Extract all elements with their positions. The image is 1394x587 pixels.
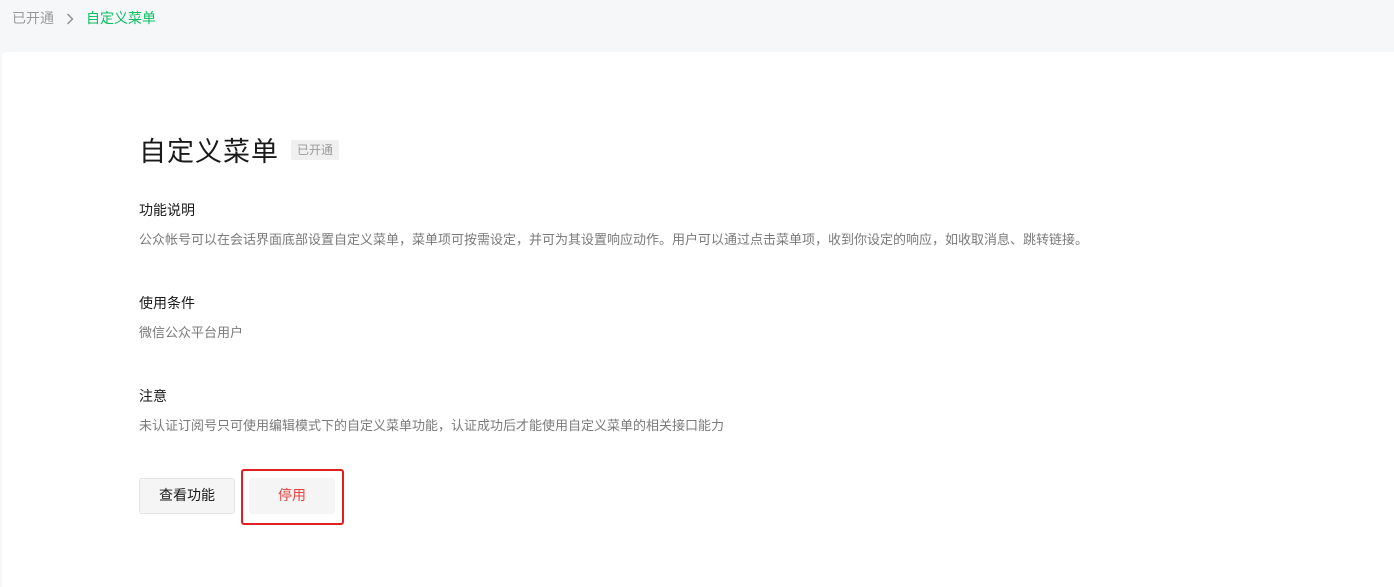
chevron-right-icon [64,10,76,28]
status-badge: 已开通 [291,139,340,160]
title-row: 自定义菜单 已开通 [139,130,340,169]
breadcrumb-current: 自定义菜单 [86,11,156,27]
section-title: 使用条件 [139,296,195,312]
section-title: 注意 [139,389,167,405]
section-feature-description: 功能说明 公众帐号可以在会话界面底部设置自定义菜单，菜单项可按需设定，并可为其设… [139,201,1088,250]
section-text: 微信公众平台用户 [139,326,244,341]
content-card: 自定义菜单 已开通 功能说明 公众帐号可以在会话界面底部设置自定义菜单，菜单项可… [2,52,1394,587]
breadcrumb: 已开通 自定义菜单 [0,0,1394,52]
section-title: 功能说明 [139,203,195,219]
section-notice: 注意 未认证订阅号只可使用编辑模式下的自定义菜单功能，认证成功后才能使用自定义菜… [139,387,724,436]
section-text: 公众帐号可以在会话界面底部设置自定义菜单，菜单项可按需设定，并可为其设置响应动作… [139,233,1089,248]
page-title: 自定义菜单 [139,137,279,168]
disable-button[interactable]: 停用 [249,478,335,514]
view-feature-button[interactable]: 查看功能 [139,478,235,514]
section-usage-conditions: 使用条件 微信公众平台用户 [139,294,243,343]
breadcrumb-parent-link[interactable]: 已开通 [12,10,54,28]
section-text: 未认证订阅号只可使用编辑模式下的自定义菜单功能，认证成功后才能使用自定义菜单的相… [139,419,725,434]
